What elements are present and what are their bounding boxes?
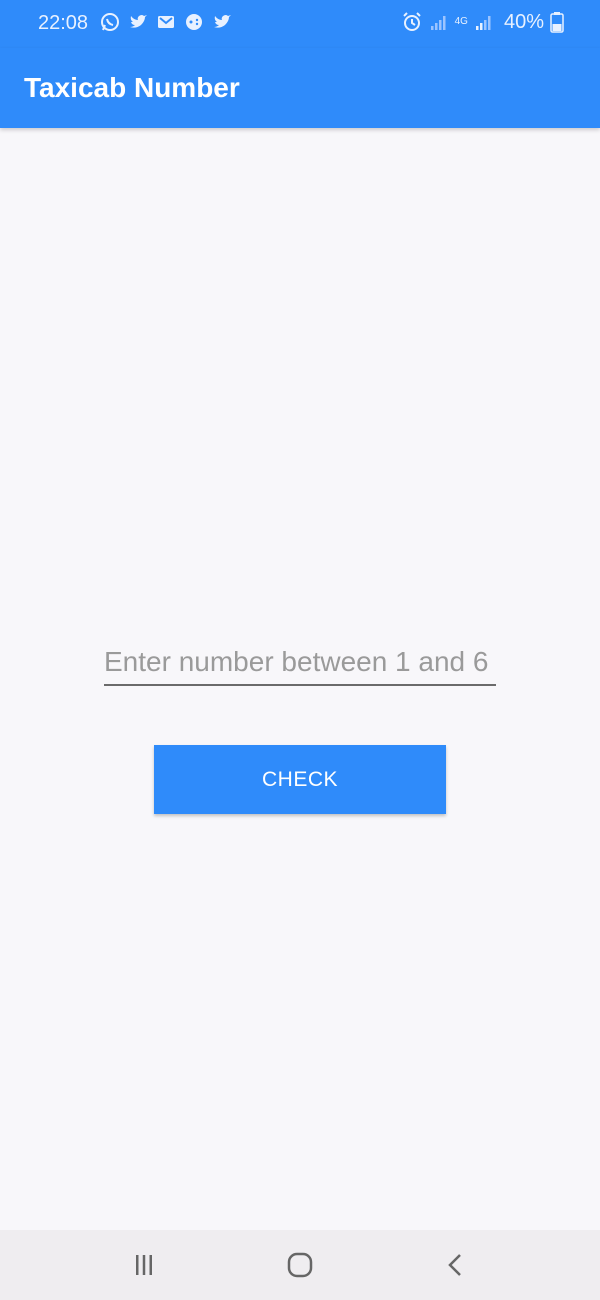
battery-icon xyxy=(550,11,564,33)
notification-icons xyxy=(100,12,232,32)
recent-apps-icon xyxy=(132,1253,156,1280)
home-button[interactable] xyxy=(278,1244,322,1288)
recent-apps-button[interactable] xyxy=(122,1244,166,1288)
whatsapp-icon xyxy=(100,12,120,32)
gmail-icon xyxy=(156,12,176,32)
alarm-icon xyxy=(401,11,423,33)
back-button[interactable] xyxy=(434,1244,478,1288)
navigation-bar xyxy=(0,1230,600,1300)
check-button[interactable]: CHECK xyxy=(154,745,446,814)
home-icon xyxy=(287,1252,313,1281)
signal-icon xyxy=(474,12,494,32)
back-icon xyxy=(444,1253,468,1280)
app-bar: Taxicab Number xyxy=(0,48,600,128)
status-bar: 22:08 4G 40% xyxy=(0,0,600,48)
status-time: 22:08 xyxy=(38,12,89,34)
number-input[interactable] xyxy=(104,640,496,686)
signal-icon xyxy=(429,12,449,32)
system-icons: 4G 40% xyxy=(401,10,564,34)
app-title: Taxicab Number xyxy=(24,72,240,103)
battery-percentage: 40% xyxy=(503,11,544,33)
twitter-icon xyxy=(212,12,232,32)
game-icon xyxy=(184,12,204,32)
twitter-icon xyxy=(128,12,148,32)
network-type-label: 4G xyxy=(454,16,468,27)
